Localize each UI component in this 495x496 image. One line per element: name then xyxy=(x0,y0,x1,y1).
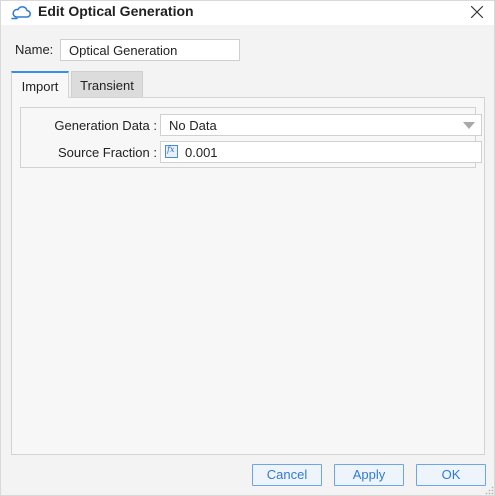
apply-button[interactable]: Apply xyxy=(334,464,404,486)
generation-data-value: No Data xyxy=(169,118,217,133)
tab-import[interactable]: Import xyxy=(11,71,69,98)
function-icon[interactable]: fx xyxy=(165,145,178,158)
dialog-title: Edit Optical Generation xyxy=(38,3,194,19)
source-fraction-value: 0.001 xyxy=(185,145,218,160)
import-settings-group: Generation Data : No Data Source Fractio… xyxy=(20,107,482,168)
close-icon[interactable] xyxy=(469,4,485,20)
source-fraction-field[interactable]: fx 0.001 xyxy=(160,141,482,163)
title-bar: Edit Optical Generation xyxy=(1,1,494,25)
name-label: Name: xyxy=(15,42,54,57)
name-input[interactable] xyxy=(60,39,240,61)
ok-button[interactable]: OK xyxy=(416,464,486,486)
tab-transient[interactable]: Transient xyxy=(71,71,143,98)
edit-optical-generation-dialog: Edit Optical Generation Name: Import Tra… xyxy=(0,0,495,496)
cloud-icon xyxy=(11,6,31,20)
import-tab-panel: Generation Data : No Data Source Fractio… xyxy=(11,97,485,455)
generation-data-label: Generation Data : xyxy=(54,118,157,133)
cancel-button[interactable]: Cancel xyxy=(252,464,322,486)
chevron-down-icon xyxy=(463,122,475,129)
function-icon-text: fx xyxy=(167,145,175,154)
resize-grip-icon[interactable] xyxy=(485,486,494,495)
generation-data-select[interactable]: No Data xyxy=(160,114,482,136)
source-fraction-label: Source Fraction : xyxy=(58,145,157,160)
